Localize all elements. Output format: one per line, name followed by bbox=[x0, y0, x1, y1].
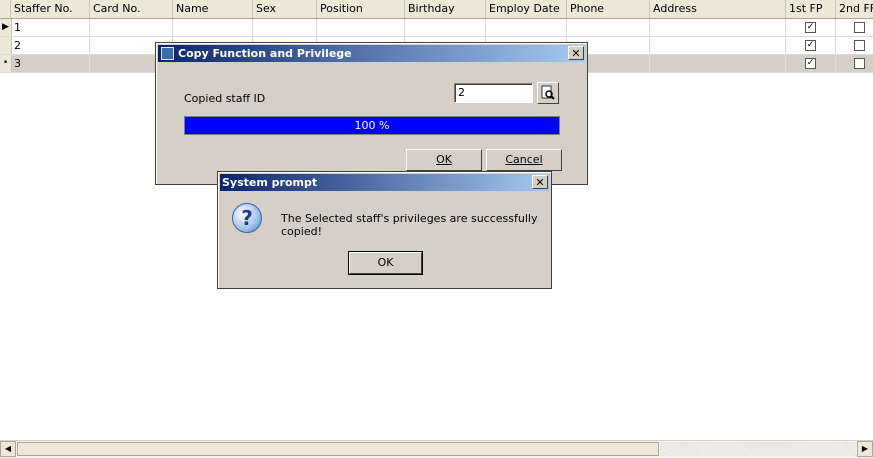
table-row[interactable]: ▶ 1 ✓ bbox=[0, 19, 873, 37]
cell-staffer-no[interactable]: 1 bbox=[11, 19, 90, 36]
cell-sex[interactable] bbox=[253, 19, 317, 36]
ok-button[interactable]: OK bbox=[406, 149, 482, 171]
col-header-position[interactable]: Position bbox=[317, 0, 405, 18]
close-button[interactable]: ✕ bbox=[568, 46, 584, 60]
close-button[interactable]: ✕ bbox=[532, 175, 548, 189]
cancel-button-label: Cancel bbox=[505, 153, 543, 166]
cell-address[interactable] bbox=[650, 37, 786, 54]
question-icon: ? bbox=[232, 203, 262, 233]
col-header-1st-fp[interactable]: 1st FP bbox=[786, 0, 836, 18]
prompt-ok-label: OK bbox=[377, 256, 394, 269]
cell-address[interactable] bbox=[650, 55, 786, 72]
cell-1st-fp: ✓ bbox=[786, 37, 836, 54]
col-header-address[interactable]: Address bbox=[650, 0, 786, 18]
cell-1st-fp: ✓ bbox=[786, 19, 836, 36]
prompt-message: The Selected staff's privileges are succ… bbox=[281, 212, 538, 238]
fp1-checkbox[interactable]: ✓ bbox=[805, 58, 816, 69]
fp2-checkbox[interactable] bbox=[854, 58, 865, 69]
progress-text: 100 % bbox=[354, 119, 390, 132]
magnifier-icon bbox=[541, 85, 555, 100]
cell-position[interactable] bbox=[317, 19, 405, 36]
cell-birthday[interactable] bbox=[405, 19, 486, 36]
cell-1st-fp: ✓ bbox=[786, 55, 836, 72]
cell-staffer-no[interactable]: 3 bbox=[11, 55, 90, 72]
fp1-checkbox[interactable]: ✓ bbox=[805, 40, 816, 51]
col-header-phone[interactable]: Phone bbox=[567, 0, 650, 18]
col-header-employ-date[interactable]: Employ Date bbox=[486, 0, 567, 18]
close-icon: ✕ bbox=[571, 47, 581, 60]
scroll-left-button[interactable]: ◀ bbox=[0, 441, 16, 457]
cell-2nd-fp bbox=[836, 55, 873, 72]
cell-2nd-fp bbox=[836, 37, 873, 54]
col-header-staffer-no[interactable]: Staffer No./ bbox=[11, 0, 90, 18]
scrollbar-track[interactable] bbox=[660, 442, 856, 456]
col-header-name[interactable]: Name bbox=[173, 0, 253, 18]
header-corner bbox=[0, 0, 11, 18]
cell-staffer-no[interactable]: 2 bbox=[11, 37, 90, 54]
copy-privilege-dialog: Copy Function and Privilege ✕ Copied sta… bbox=[155, 42, 588, 185]
cell-address[interactable] bbox=[650, 19, 786, 36]
app-window-icon bbox=[161, 47, 174, 60]
close-icon: ✕ bbox=[535, 176, 545, 189]
arrow-left-icon: ◀ bbox=[4, 444, 12, 453]
cancel-button[interactable]: Cancel bbox=[486, 149, 562, 171]
arrow-right-icon: ▶ bbox=[861, 444, 869, 453]
ok-button-label: OK bbox=[436, 153, 452, 166]
col-header-card-no[interactable]: Card No. bbox=[90, 0, 173, 18]
copy-dialog-title: Copy Function and Privilege bbox=[178, 47, 352, 60]
system-prompt-dialog: System prompt ✕ ? The Selected staff's p… bbox=[217, 171, 552, 289]
cell-name[interactable] bbox=[173, 19, 253, 36]
prompt-dialog-titlebar[interactable]: System prompt ✕ bbox=[220, 174, 549, 191]
fp1-checkbox[interactable]: ✓ bbox=[805, 22, 816, 33]
cell-2nd-fp bbox=[836, 19, 873, 36]
col-header-2nd-fp[interactable]: 2nd FF bbox=[836, 0, 873, 18]
grid-header: Staffer No./ Card No. Name Sex Position … bbox=[0, 0, 873, 19]
copied-staff-id-label: Copied staff ID bbox=[184, 92, 266, 105]
fp2-checkbox[interactable] bbox=[854, 22, 865, 33]
copy-progress-bar: 100 % bbox=[184, 116, 560, 135]
col-header-sex[interactable]: Sex bbox=[253, 0, 317, 18]
prompt-ok-button[interactable]: OK bbox=[348, 251, 423, 275]
copy-dialog-titlebar[interactable]: Copy Function and Privilege ✕ bbox=[158, 45, 585, 62]
browse-staff-button[interactable] bbox=[537, 82, 559, 104]
fp2-checkbox[interactable] bbox=[854, 40, 865, 51]
prompt-dialog-title: System prompt bbox=[222, 176, 318, 189]
col-header-birthday[interactable]: Birthday bbox=[405, 0, 486, 18]
horizontal-scrollbar[interactable]: ◀ ▶ bbox=[0, 440, 873, 458]
cell-employ-date[interactable] bbox=[486, 19, 567, 36]
cell-card-no[interactable] bbox=[90, 19, 173, 36]
copied-staff-id-input[interactable]: 2 bbox=[454, 83, 533, 103]
cell-phone[interactable] bbox=[567, 19, 650, 36]
scrollbar-thumb[interactable] bbox=[17, 442, 659, 456]
scroll-right-button[interactable]: ▶ bbox=[857, 441, 873, 457]
